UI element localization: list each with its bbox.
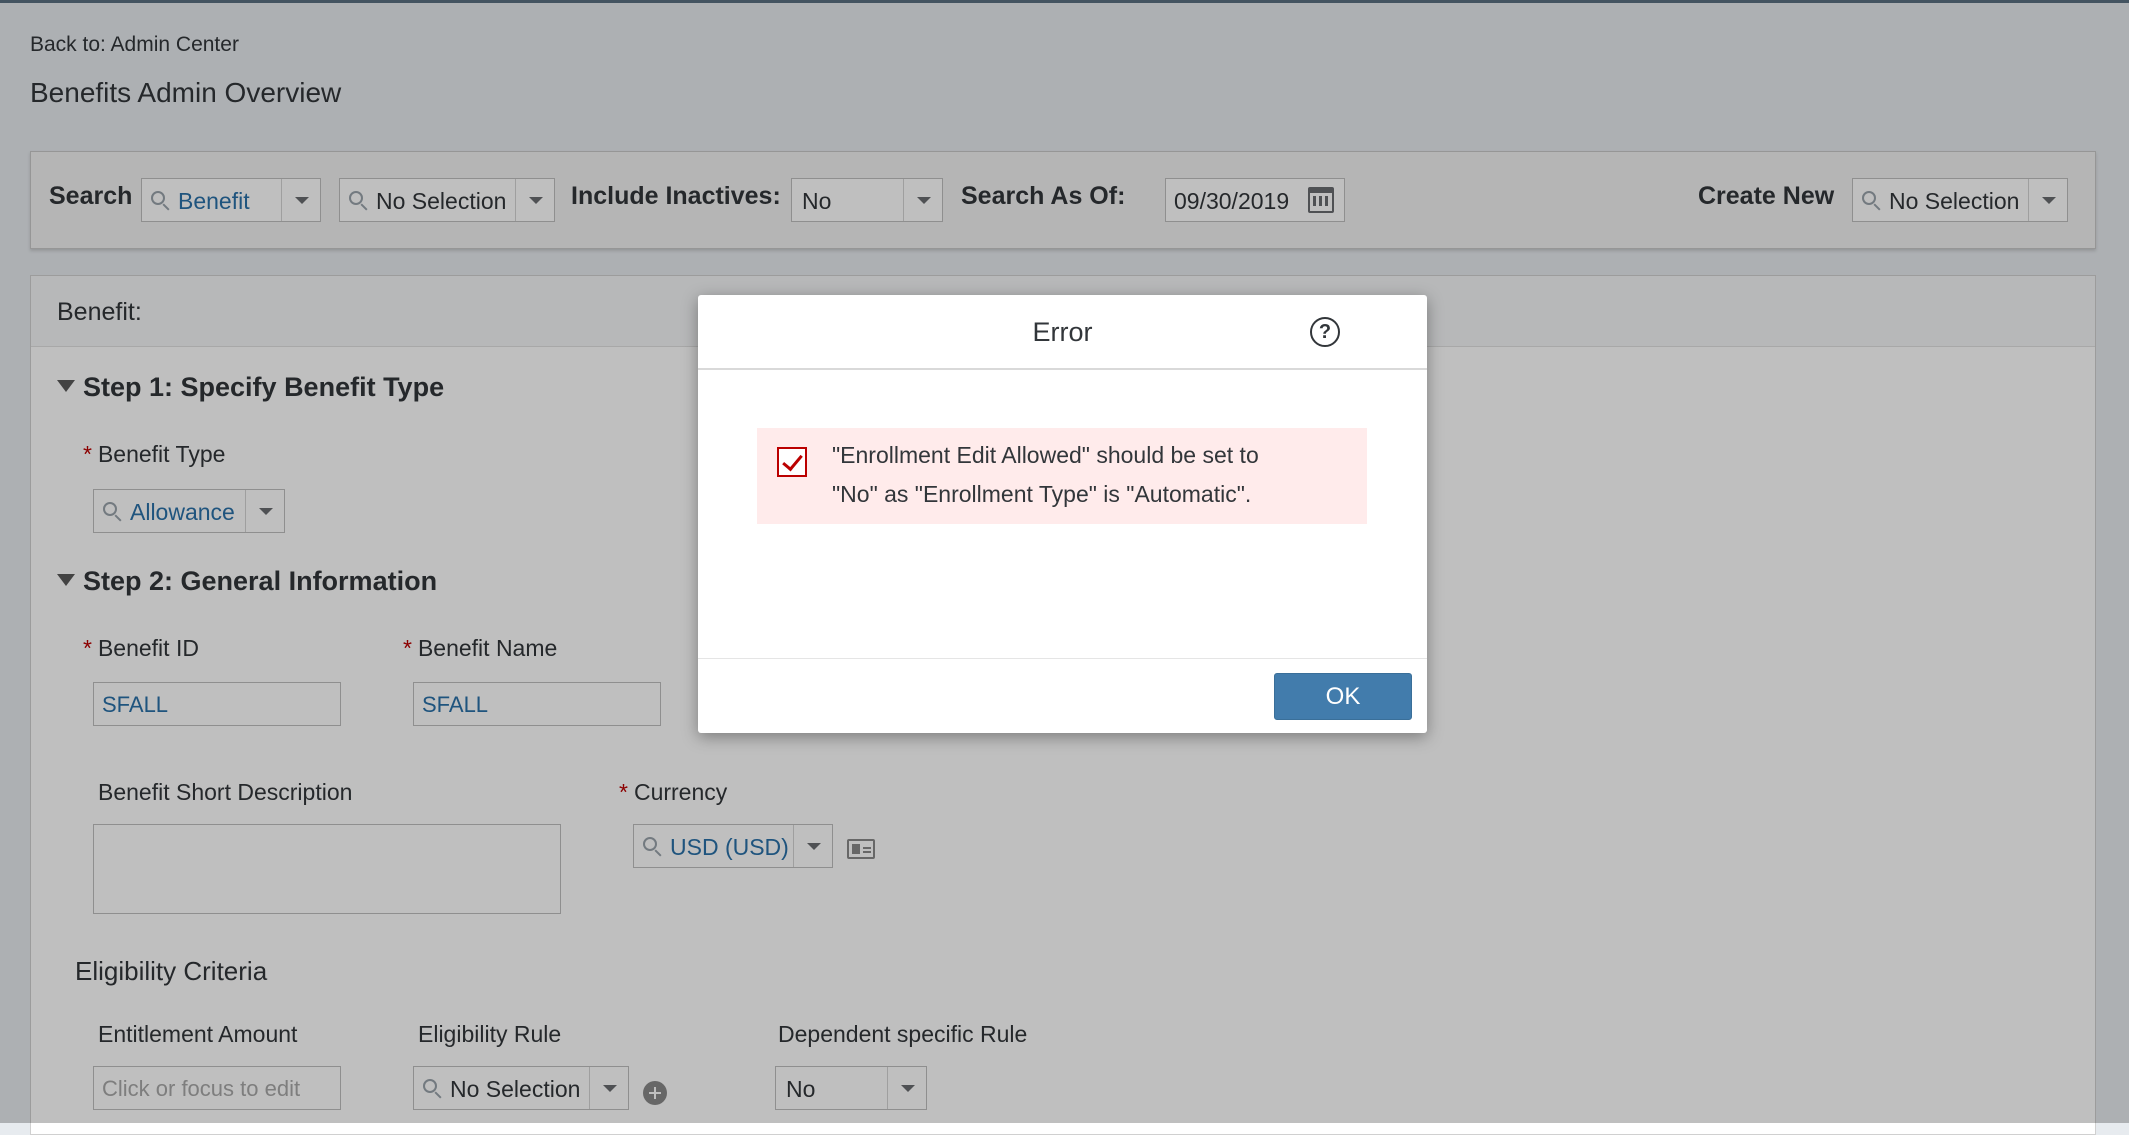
help-icon[interactable]: ? xyxy=(1310,317,1340,347)
error-message-box: "Enrollment Edit Allowed" should be set … xyxy=(757,428,1367,524)
error-message-line1: "Enrollment Edit Allowed" should be set … xyxy=(832,442,1259,468)
error-message-line2: "No" as "Enrollment Type" is "Automatic"… xyxy=(832,481,1252,507)
ok-button[interactable]: OK xyxy=(1274,673,1412,720)
error-check-icon xyxy=(777,447,807,477)
dialog-header: Error ? xyxy=(698,295,1427,370)
error-dialog: Error ? "Enrollment Edit Allowed" should… xyxy=(698,295,1427,733)
